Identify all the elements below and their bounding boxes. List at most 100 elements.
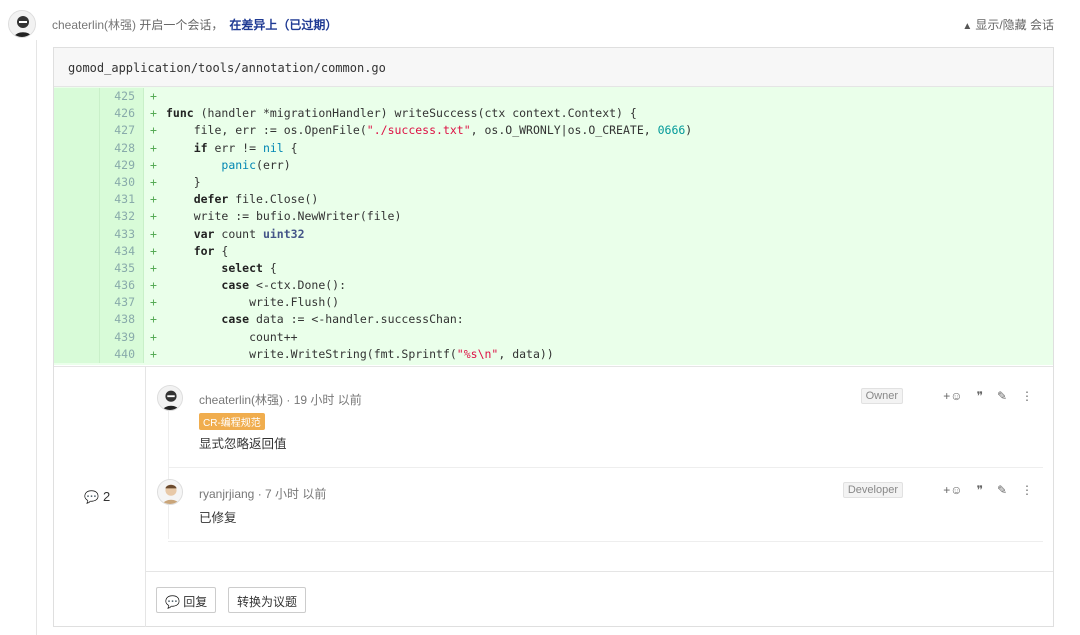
old-line-number[interactable] — [54, 105, 100, 123]
old-line-number[interactable] — [54, 191, 100, 209]
edit-icon[interactable]: ✎ — [997, 389, 1007, 403]
new-line-number[interactable]: 437 — [100, 294, 144, 312]
new-line-number[interactable]: 440 — [100, 345, 144, 363]
new-line-number[interactable]: 433 — [100, 225, 144, 243]
code-text: file, err := os.OpenFile("./success.txt"… — [166, 123, 693, 138]
note-divider — [168, 541, 1043, 542]
code-line: 425 + — [54, 88, 1053, 106]
new-line-number[interactable]: 431 — [100, 191, 144, 209]
added-sign: + — [150, 226, 157, 241]
code-text: select { — [221, 260, 277, 275]
note-author[interactable]: cheaterlin(林强) — [199, 393, 283, 407]
code-line: 429 + panic(err) — [54, 156, 1053, 174]
new-line-number[interactable]: 430 — [100, 173, 144, 192]
old-line-number[interactable] — [54, 173, 100, 192]
label-tag[interactable]: CR-编程规范 — [199, 413, 265, 430]
new-line-number[interactable]: 429 — [100, 156, 144, 174]
old-line-number[interactable] — [54, 277, 100, 295]
old-line-number[interactable] — [54, 345, 100, 363]
quote-icon[interactable]: ❞ — [976, 389, 982, 403]
code-line: 427 + file, err := os.OpenFile("./success… — [54, 122, 1053, 140]
code-line: 431 + defer file.Close() — [54, 191, 1053, 209]
code-text: case <-ctx.Done(): — [221, 278, 347, 293]
new-line-number[interactable]: 425 — [100, 88, 144, 106]
code-text: var count uint32 — [193, 226, 305, 241]
old-line-number[interactable] — [54, 122, 100, 140]
edit-icon[interactable]: ✎ — [997, 483, 1007, 497]
new-line-number[interactable]: 436 — [100, 277, 144, 295]
new-line-number[interactable]: 427 — [100, 122, 144, 140]
old-line-number[interactable] — [54, 139, 100, 157]
new-line-number[interactable]: 438 — [100, 311, 144, 329]
code-line: 436 + case <-ctx.Done(): — [54, 277, 1053, 295]
note-header: cheaterlin(林强) · 19 小时 以前 — [199, 391, 362, 408]
add-reaction-icon[interactable]: +☺ — [943, 389, 962, 403]
timeline-line — [36, 40, 37, 635]
avatar[interactable] — [8, 10, 36, 38]
code-text: func (handler *migrationHandler) writeSu… — [166, 106, 637, 121]
code-line: 428 + if err != nil { — [54, 139, 1053, 157]
added-sign: + — [150, 312, 157, 327]
old-line-number[interactable] — [54, 208, 100, 226]
old-line-number[interactable] — [54, 88, 100, 106]
note-actions: +☺ ❞ ✎ ⋮ — [943, 483, 1033, 497]
more-actions-icon[interactable]: ⋮ — [1021, 483, 1033, 497]
new-line-number[interactable]: 435 — [100, 259, 144, 278]
old-line-number[interactable] — [54, 225, 100, 243]
code-text: panic(err) — [221, 157, 291, 172]
code-text: for { — [193, 243, 229, 258]
old-line-number[interactable] — [54, 311, 100, 329]
note-time: · 7 小时 以前 — [254, 487, 327, 501]
code-line: 437 + write.Flush() — [54, 294, 1053, 312]
comment-count: 💬 2 — [84, 489, 110, 504]
new-line-number[interactable]: 434 — [100, 242, 144, 260]
file-path-bar: gomod_application/tools/annotation/commo… — [54, 48, 1053, 87]
new-line-number[interactable]: 439 — [100, 328, 144, 346]
code-line: 430 + } — [54, 173, 1053, 192]
code-text: } — [166, 174, 201, 189]
role-badge: Developer — [842, 482, 903, 498]
code-text: count++ — [166, 329, 298, 344]
comment-bubble-icon: 💬 — [165, 595, 180, 609]
note-2: ryanjrjiang · 7 小时 以前 Developer +☺ ❞ ✎ ⋮… — [157, 479, 1043, 539]
added-sign: + — [150, 106, 157, 121]
diff-link[interactable]: 在差异上（已过期） — [229, 18, 337, 32]
reply-button[interactable]: 💬 回复 — [156, 587, 217, 613]
added-sign: + — [150, 123, 157, 138]
old-line-number[interactable] — [54, 259, 100, 278]
code-line: 439 + count++ — [54, 328, 1053, 346]
more-actions-icon[interactable]: ⋮ — [1021, 389, 1033, 403]
note-divider — [168, 467, 1043, 468]
code-line: 433 + var count uint32 — [54, 225, 1053, 243]
added-sign: + — [150, 346, 157, 361]
code-text: defer file.Close() — [193, 192, 319, 207]
note-body: 已修复 — [199, 511, 237, 525]
avatar[interactable] — [157, 385, 183, 411]
note-author[interactable]: ryanjrjiang — [199, 487, 254, 501]
reply-area: 💬 回复 转换为议题 — [146, 571, 1053, 627]
added-sign: + — [150, 174, 157, 189]
old-line-number[interactable] — [54, 242, 100, 260]
toggle-discussion-button[interactable]: ▲ 显示/隐藏 会话 — [962, 16, 1054, 33]
new-line-number[interactable]: 432 — [100, 208, 144, 226]
convert-to-issue-button[interactable]: 转换为议题 — [228, 587, 307, 613]
old-line-number[interactable] — [54, 328, 100, 346]
user-avatar-icon — [9, 11, 35, 37]
new-line-number[interactable]: 428 — [100, 139, 144, 157]
old-line-number[interactable] — [54, 294, 100, 312]
comment-bubble-icon: 💬 — [84, 490, 99, 504]
note-actions: +☺ ❞ ✎ ⋮ — [943, 389, 1033, 403]
header-action-text: 开启一个会话， — [136, 18, 224, 32]
quote-icon[interactable]: ❞ — [976, 483, 982, 497]
code-line: 426 + func (handler *migrationHandler) wri… — [54, 105, 1053, 123]
reply-label: 回复 — [183, 595, 208, 609]
note-1: cheaterlin(林强) · 19 小时 以前 Owner +☺ ❞ ✎ ⋮… — [157, 385, 1043, 455]
header-author[interactable]: cheaterlin(林强) — [52, 18, 136, 32]
code-line: 434 + for { — [54, 242, 1053, 260]
new-line-number[interactable]: 426 — [100, 105, 144, 123]
old-line-number[interactable] — [54, 156, 100, 174]
avatar[interactable] — [157, 479, 183, 505]
code-line: 440 + write.WriteString(fmt.Sprintf("%s\n… — [54, 345, 1053, 363]
file-path[interactable]: gomod_application/tools/annotation/commo… — [68, 61, 386, 75]
add-reaction-icon[interactable]: +☺ — [943, 483, 962, 497]
